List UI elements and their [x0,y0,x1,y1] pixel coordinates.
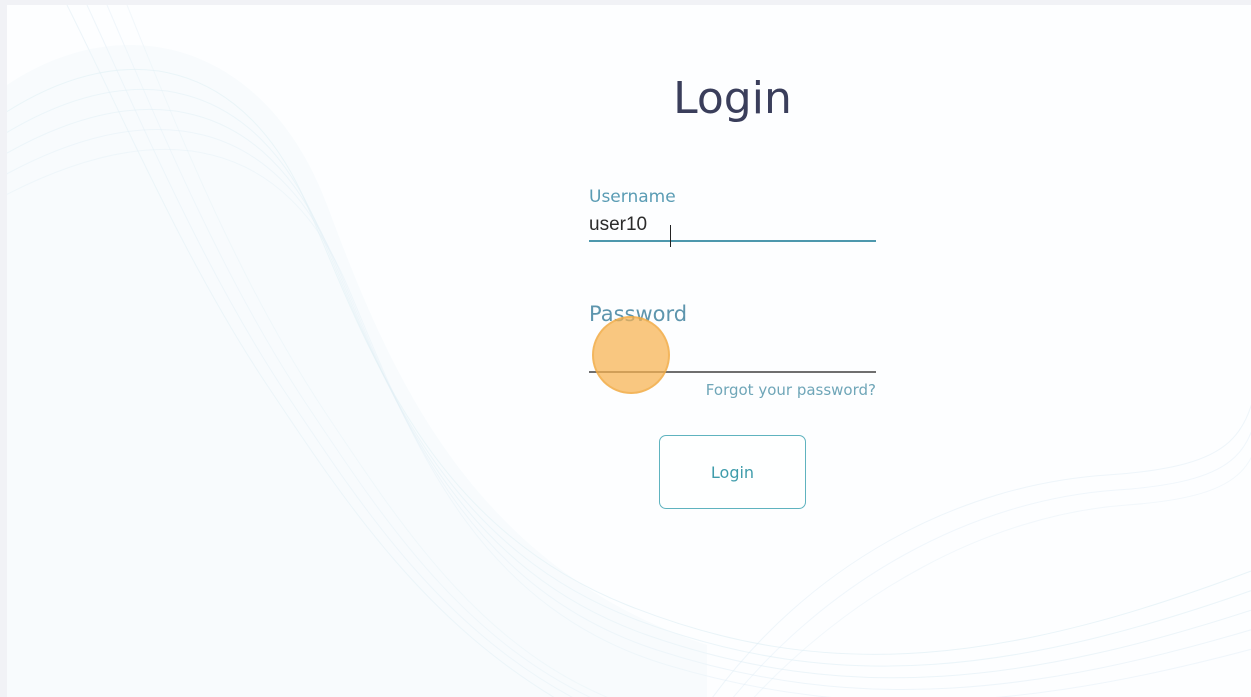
login-page: Login Username Password Forgot your pass… [7,5,1251,697]
username-field: Username [589,185,876,247]
login-button[interactable]: Login [659,435,806,509]
page-title: Login [673,73,792,124]
login-heading-wrap: Login [589,69,876,129]
click-indicator [592,316,670,394]
text-caret [670,225,671,247]
username-label: Username [589,187,676,207]
username-input[interactable] [589,209,876,242]
